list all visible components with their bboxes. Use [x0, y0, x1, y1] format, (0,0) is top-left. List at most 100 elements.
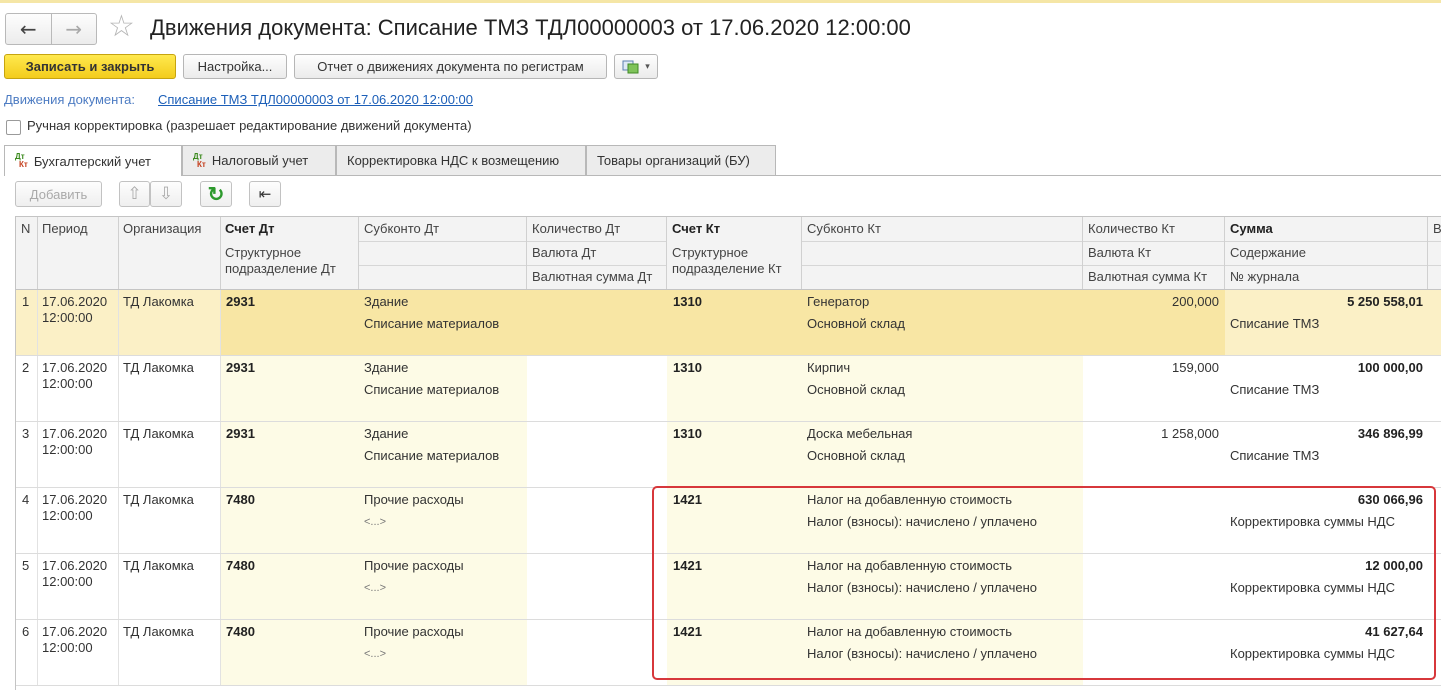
row-subconto-dt-1[interactable]: Здание: [364, 360, 408, 376]
col-subconto-kt[interactable]: Субконто Кт: [802, 217, 1082, 241]
row-subconto-dt-1[interactable]: Здание: [364, 426, 408, 442]
row-organization[interactable]: ТД Лакомка: [123, 624, 194, 640]
row-subconto-dt-2[interactable]: <...>: [364, 646, 386, 662]
col-extra[interactable]: В: [1428, 217, 1441, 241]
row-date[interactable]: 17.06.2020: [42, 558, 107, 574]
row-quantity-kt[interactable]: 1 258,000: [1083, 426, 1219, 442]
row-account-dt[interactable]: 2931: [226, 426, 255, 442]
row-date[interactable]: 17.06.2020: [42, 492, 107, 508]
row-account-kt[interactable]: 1310: [673, 294, 702, 310]
row-account-dt[interactable]: 7480: [226, 558, 255, 574]
row-content[interactable]: Списание ТМЗ: [1230, 316, 1319, 332]
row-subconto-dt-1[interactable]: Прочие расходы: [364, 624, 464, 640]
col-organization[interactable]: Организация: [118, 217, 220, 241]
row-subconto-kt-1[interactable]: Кирпич: [807, 360, 850, 376]
favorite-star-icon[interactable]: ☆: [108, 10, 135, 44]
col-department-kt[interactable]: Структурное подразделение Кт: [667, 241, 801, 281]
row-organization[interactable]: ТД Лакомка: [123, 426, 194, 442]
row-number[interactable]: 3: [22, 426, 29, 442]
row-date[interactable]: 17.06.2020: [42, 360, 107, 376]
row-subconto-dt-2[interactable]: Списание материалов: [364, 382, 499, 398]
row-sum[interactable]: 346 896,99: [1225, 426, 1423, 442]
tab-accounting[interactable]: Дт Кт Бухгалтерский учет: [4, 145, 182, 176]
register-list-icon[interactable]: ⇤: [249, 181, 281, 207]
row-number[interactable]: 1: [22, 294, 29, 310]
row-organization[interactable]: ТД Лакомка: [123, 492, 194, 508]
manual-adjustment-checkbox[interactable]: [6, 120, 21, 135]
row-account-kt[interactable]: 1310: [673, 360, 702, 376]
movements-report-button[interactable]: Отчет о движениях документа по регистрам: [294, 54, 607, 79]
row-content[interactable]: Списание ТМЗ: [1230, 448, 1319, 464]
tab-tax-accounting[interactable]: Дт Кт Налоговый учет: [182, 145, 336, 175]
col-period[interactable]: Период: [37, 217, 118, 241]
col-journal[interactable]: № журнала: [1225, 265, 1428, 289]
col-content[interactable]: Содержание: [1225, 241, 1428, 265]
col-quantity-kt[interactable]: Количество Кт: [1083, 217, 1224, 241]
tab-org-goods[interactable]: Товары организаций (БУ): [586, 145, 776, 175]
move-up-icon[interactable]: ⇧: [119, 181, 150, 207]
row-account-kt[interactable]: 1310: [673, 426, 702, 442]
row-subconto-kt-2[interactable]: Основной склад: [807, 382, 905, 398]
row-time[interactable]: 12:00:00: [42, 508, 93, 524]
row-time[interactable]: 12:00:00: [42, 574, 93, 590]
row-time[interactable]: 12:00:00: [42, 442, 93, 458]
row-subconto-dt-1[interactable]: Здание: [364, 294, 408, 310]
row-date[interactable]: 17.06.2020: [42, 624, 107, 640]
row-subconto-dt-1[interactable]: Прочие расходы: [364, 492, 464, 508]
col-department-dt[interactable]: Структурное подразделение Дт: [220, 241, 358, 281]
table-row[interactable]: 3 17.06.2020 12:00:00 ТД Лакомка 2931 Здание С…: [16, 422, 1441, 488]
more-actions-button[interactable]: ▾: [614, 54, 658, 79]
settings-button[interactable]: Настройка...: [183, 54, 287, 79]
add-button[interactable]: Добавить: [15, 181, 102, 207]
forward-icon[interactable]: →: [50, 14, 97, 44]
row-subconto-dt-1[interactable]: Прочие расходы: [364, 558, 464, 574]
row-quantity-kt[interactable]: 159,000: [1083, 360, 1219, 376]
row-account-dt[interactable]: 2931: [226, 294, 255, 310]
row-time[interactable]: 12:00:00: [42, 640, 93, 656]
table-row[interactable]: 2 17.06.2020 12:00:00 ТД Лакомка 2931 Здание С…: [16, 356, 1441, 422]
row-time[interactable]: 12:00:00: [42, 310, 93, 326]
col-account-dt[interactable]: Счет Дт: [220, 217, 358, 241]
col-sum[interactable]: Сумма: [1225, 217, 1428, 241]
table-row[interactable]: 1 17.06.2020 12:00:00 ТД Лакомка 2931 Здание С…: [16, 290, 1441, 356]
row-account-dt[interactable]: 7480: [226, 492, 255, 508]
back-icon[interactable]: ←: [6, 14, 51, 44]
row-number[interactable]: 4: [22, 492, 29, 508]
row-organization[interactable]: ТД Лакомка: [123, 294, 194, 310]
row-number[interactable]: 2: [22, 360, 29, 376]
row-subconto-dt-2[interactable]: <...>: [364, 514, 386, 530]
refresh-icon[interactable]: ↻: [200, 181, 232, 207]
row-subconto-kt-2[interactable]: Основной склад: [807, 316, 905, 332]
row-date[interactable]: 17.06.2020: [42, 294, 107, 310]
row-subconto-kt-1[interactable]: Доска мебельная: [807, 426, 912, 442]
col-currency-sum-kt[interactable]: Валютная сумма Кт: [1083, 265, 1224, 289]
document-link[interactable]: Списание ТМЗ ТДЛ00000003 от 17.06.2020 1…: [158, 92, 473, 107]
row-date[interactable]: 17.06.2020: [42, 426, 107, 442]
col-account-kt[interactable]: Счет Кт: [667, 217, 801, 241]
row-organization[interactable]: ТД Лакомка: [123, 558, 194, 574]
row-sum[interactable]: 100 000,00: [1225, 360, 1423, 376]
col-currency-dt[interactable]: Валюта Дт: [527, 241, 666, 265]
row-subconto-kt-2[interactable]: Основной склад: [807, 448, 905, 464]
row-account-dt[interactable]: 2931: [226, 360, 255, 376]
row-time[interactable]: 12:00:00: [42, 376, 93, 392]
col-currency-kt[interactable]: Валюта Кт: [1083, 241, 1224, 265]
row-content[interactable]: Списание ТМЗ: [1230, 382, 1319, 398]
move-down-icon[interactable]: ⇩: [150, 181, 182, 207]
tab-vat-adjustment[interactable]: Корректировка НДС к возмещению: [336, 145, 586, 175]
col-subconto-dt[interactable]: Субконто Дт: [359, 217, 526, 241]
col-currency-sum-dt[interactable]: Валютная сумма Дт: [527, 265, 666, 289]
row-number[interactable]: 6: [22, 624, 29, 640]
row-number[interactable]: 5: [22, 558, 29, 574]
row-organization[interactable]: ТД Лакомка: [123, 360, 194, 376]
row-sum[interactable]: 5 250 558,01: [1225, 294, 1423, 310]
save-and-close-button[interactable]: Записать и закрыть: [4, 54, 176, 79]
row-subconto-dt-2[interactable]: Списание материалов: [364, 448, 499, 464]
row-subconto-dt-2[interactable]: Списание материалов: [364, 316, 499, 332]
col-quantity-dt[interactable]: Количество Дт: [527, 217, 666, 241]
row-account-dt[interactable]: 7480: [226, 624, 255, 640]
row-subconto-kt-1[interactable]: Генератор: [807, 294, 869, 310]
row-subconto-dt-2[interactable]: <...>: [364, 580, 386, 596]
col-n[interactable]: N: [16, 217, 37, 241]
row-quantity-kt[interactable]: 200,000: [1083, 294, 1219, 310]
